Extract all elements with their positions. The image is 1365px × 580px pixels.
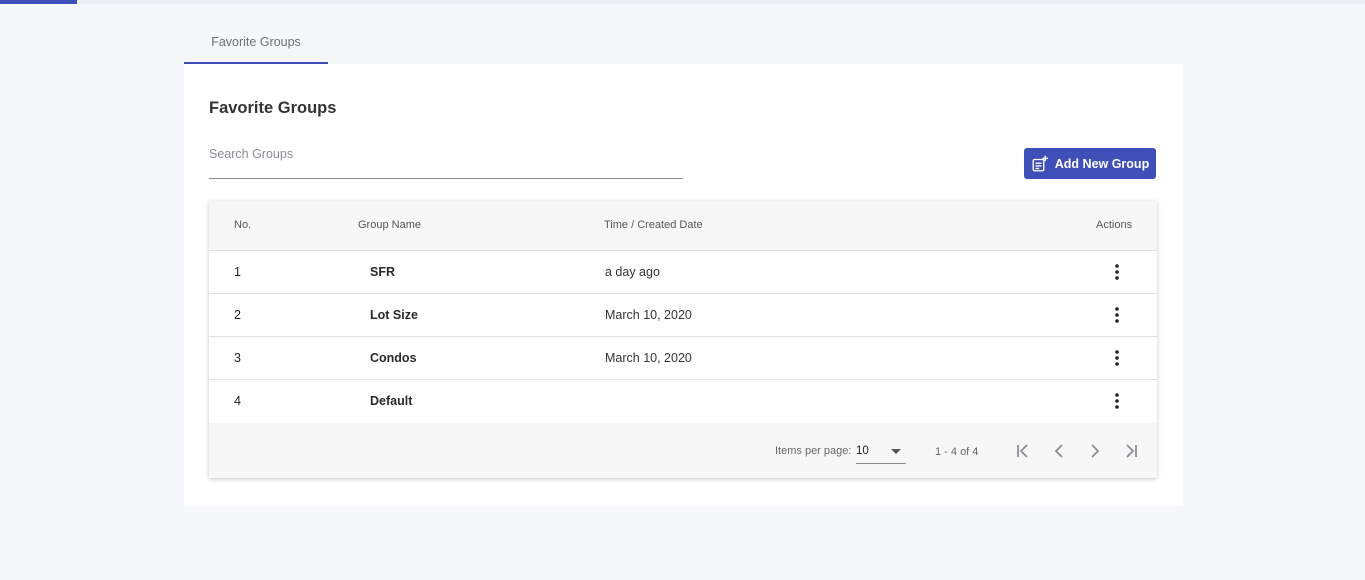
group-name: Default — [370, 394, 413, 408]
tab-bar: Favorite Groups — [184, 22, 328, 64]
row-number: 2 — [234, 308, 241, 322]
paginator: Items per page: 10 1 - 4 of 4 — [209, 423, 1157, 478]
next-page-icon[interactable] — [1083, 439, 1107, 463]
created-date: March 10, 2020 — [605, 351, 692, 365]
search-input[interactable] — [209, 140, 683, 168]
column-header-group-name[interactable]: Group Name — [358, 219, 421, 231]
group-name: Lot Size — [370, 308, 418, 322]
column-header-created-date[interactable]: Time / Created Date — [604, 219, 703, 231]
page-title: Favorite Groups — [209, 99, 337, 117]
groups-table: No. Group Name Time / Created Date Actio… — [209, 201, 1157, 478]
created-date: a day ago — [605, 265, 660, 279]
group-name: SFR — [370, 265, 395, 279]
chevron-down-icon — [891, 449, 901, 454]
search-field — [209, 140, 683, 179]
items-per-page-value: 10 — [856, 445, 869, 457]
table-row[interactable]: 2 Lot Size March 10, 2020 — [209, 294, 1157, 337]
table-header: No. Group Name Time / Created Date Actio… — [209, 201, 1157, 251]
table-row[interactable]: 4 Default — [209, 380, 1157, 423]
first-page-icon[interactable] — [1011, 439, 1035, 463]
column-header-no[interactable]: No. — [234, 219, 251, 231]
column-header-actions: Actions — [1096, 219, 1133, 231]
group-name: Condos — [370, 351, 417, 365]
top-progress-accent — [0, 0, 77, 4]
top-progress-track — [0, 0, 1365, 4]
row-number: 1 — [234, 265, 241, 279]
more-vertical-icon[interactable] — [1107, 347, 1127, 369]
items-per-page-select[interactable]: 10 — [856, 438, 906, 464]
tab-favorite-groups[interactable]: Favorite Groups — [184, 22, 328, 64]
table-row[interactable]: 1 SFR a day ago — [209, 251, 1157, 294]
previous-page-icon[interactable] — [1047, 439, 1071, 463]
more-vertical-icon[interactable] — [1107, 304, 1127, 326]
items-per-page-label: Items per page: — [775, 445, 852, 457]
playlist-add-icon — [1032, 155, 1048, 171]
add-new-group-label: Add New Group — [1054, 156, 1150, 171]
created-date: March 10, 2020 — [605, 308, 692, 322]
page-range-label: 1 - 4 of 4 — [935, 446, 979, 458]
table-row[interactable]: 3 Condos March 10, 2020 — [209, 337, 1157, 380]
more-vertical-icon[interactable] — [1107, 261, 1127, 283]
favorite-groups-panel: Favorite Groups Add New Group No. Group … — [184, 64, 1183, 506]
more-vertical-icon[interactable] — [1107, 390, 1127, 412]
row-number: 4 — [234, 394, 241, 408]
add-new-group-button[interactable]: Add New Group — [1024, 148, 1156, 179]
row-number: 3 — [234, 351, 241, 365]
last-page-icon[interactable] — [1119, 439, 1143, 463]
